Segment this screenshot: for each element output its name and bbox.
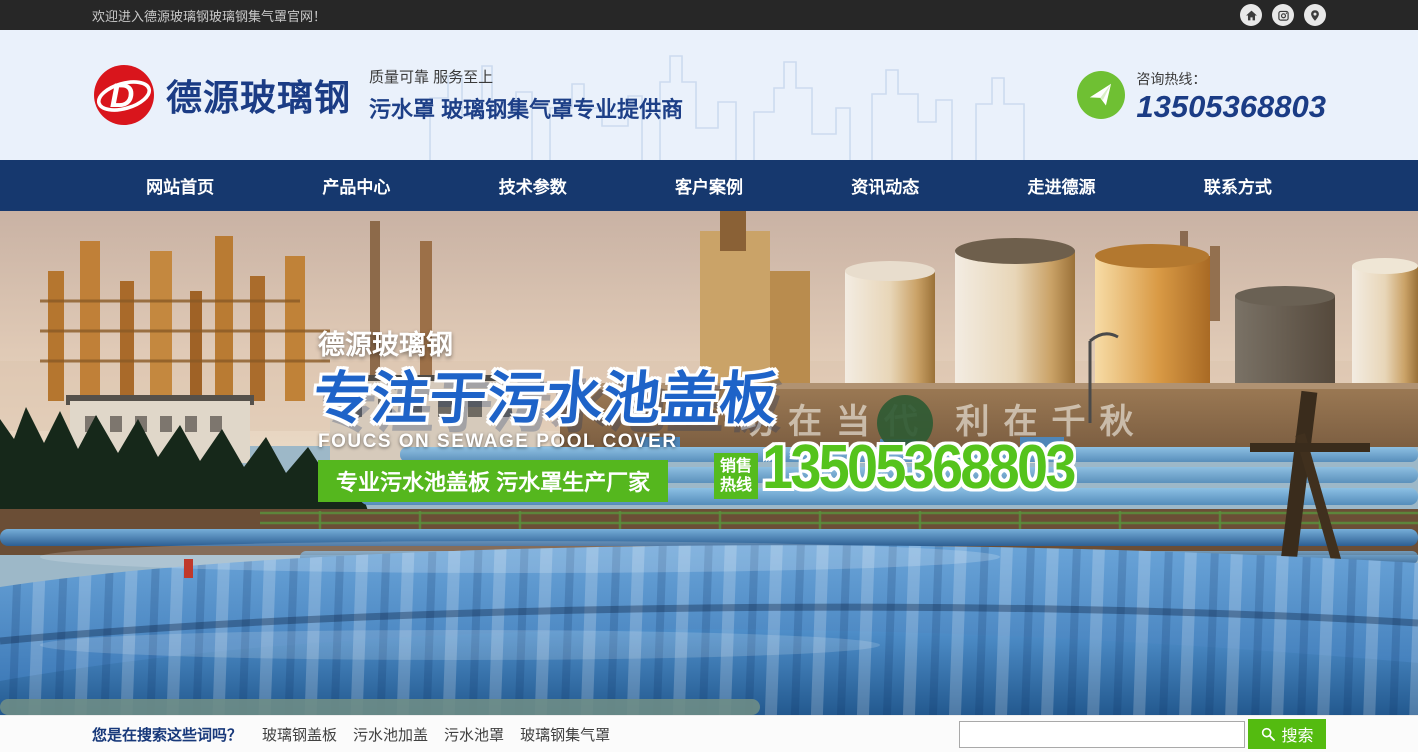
nav-item-cases[interactable]: 客户案例 xyxy=(621,160,797,211)
sales-phone-number: 13505368803 xyxy=(762,437,1074,499)
home-icon[interactable] xyxy=(1240,4,1262,26)
keyword-link-fiberglass-cover[interactable]: 玻璃钢盖板 xyxy=(262,724,337,745)
welcome-text: 欢迎进入德源玻璃钢玻璃钢集气罩官网！ xyxy=(92,6,326,25)
search-question-label: 您是在搜索这些词吗？ xyxy=(92,724,242,745)
camera-icon[interactable] xyxy=(1272,4,1294,26)
hotline-number: 13505368803 xyxy=(1136,91,1326,122)
nav-item-about[interactable]: 走进德源 xyxy=(973,160,1149,211)
hero-tagline-band: 专业污水池盖板 污水罩生产厂家 xyxy=(318,460,668,502)
sales-hotline-badge: 销售 热线 xyxy=(714,453,758,499)
slogan-small: 质量可靠 服务至上 xyxy=(369,66,683,87)
location-icon[interactable] xyxy=(1304,4,1326,26)
sales-badge-line1: 销售 xyxy=(720,458,752,475)
search-bar: 您是在搜索这些词吗？ 玻璃钢盖板 污水池加盖 污水池罩 玻璃钢集气罩 搜索 xyxy=(0,715,1418,752)
nav-item-contact[interactable]: 联系方式 xyxy=(1150,160,1326,211)
hero-photo: 功在当代 利在千秋 xyxy=(0,211,1418,715)
logo-mark-icon: D xyxy=(92,63,156,127)
keyword-link-pool-capping[interactable]: 污水池加盖 xyxy=(353,724,428,745)
search-button[interactable]: 搜索 xyxy=(1248,719,1326,749)
site-header: D 德源玻璃钢 质量可靠 服务至上 污水罩 玻璃钢集气罩专业提供商 咨询热线： … xyxy=(0,30,1418,160)
arch-covers xyxy=(0,541,1418,715)
slogan-large: 污水罩 玻璃钢集气罩专业提供商 xyxy=(369,92,683,124)
hero-subtitle-en: FOUCS ON SEWAGE POOL COVER xyxy=(318,431,678,453)
nav-item-products[interactable]: 产品中心 xyxy=(268,160,444,211)
magnifier-icon xyxy=(1260,726,1276,742)
hero-sales-block: 销售 热线 13505368803 xyxy=(714,437,1108,499)
nav-item-home[interactable]: 网站首页 xyxy=(92,160,268,211)
sales-badge-line2: 热线 xyxy=(720,477,752,494)
keyword-link-pool-cover[interactable]: 污水池罩 xyxy=(444,724,504,745)
nav-item-news[interactable]: 资讯动态 xyxy=(797,160,973,211)
main-nav: 网站首页 产品中心 技术参数 客户案例 资讯动态 走进德源 联系方式 xyxy=(0,160,1418,211)
hero-title: 专注于污水池盖板 xyxy=(310,353,781,435)
topbar-social-icons xyxy=(1240,4,1326,26)
search-input[interactable] xyxy=(959,721,1245,748)
top-bar: 欢迎进入德源玻璃钢玻璃钢集气罩官网！ xyxy=(0,0,1418,30)
hotline-label: 咨询热线： xyxy=(1136,69,1326,89)
search-button-label: 搜索 xyxy=(1281,722,1313,746)
paper-plane-icon xyxy=(1077,71,1125,119)
site-logo[interactable]: D 德源玻璃钢 xyxy=(92,63,351,127)
logo-text: 德源玻璃钢 xyxy=(166,69,351,121)
header-slogans: 质量可靠 服务至上 污水罩 玻璃钢集气罩专业提供商 xyxy=(369,66,683,124)
keyword-link-gas-collection-hood[interactable]: 玻璃钢集气罩 xyxy=(520,724,610,745)
nav-item-specs[interactable]: 技术参数 xyxy=(445,160,621,211)
hotline-block: 咨询热线： 13505368803 xyxy=(1077,69,1326,122)
hero-banner: 功在当代 利在千秋 xyxy=(0,211,1418,715)
logo-letter: D xyxy=(110,77,135,115)
